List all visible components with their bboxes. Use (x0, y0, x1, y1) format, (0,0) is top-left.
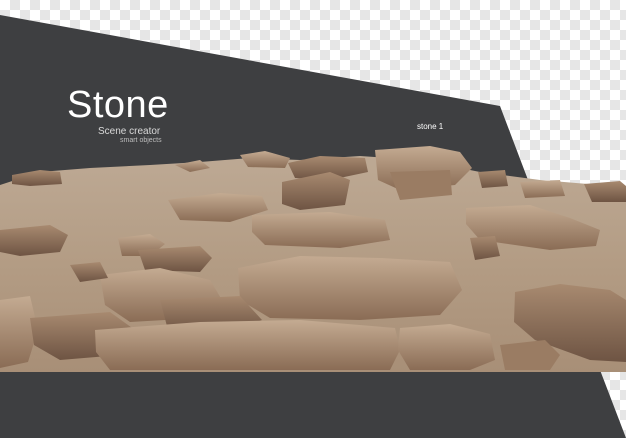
preview-canvas: Stone Scene creator smart objects stone … (0, 0, 626, 438)
object-label: stone 1 (417, 122, 444, 131)
page-title: Stone (67, 84, 169, 126)
stone-ground (0, 146, 626, 372)
caption: smart objects (120, 137, 162, 144)
scene-graphic (0, 15, 626, 438)
subtitle: Scene creator (98, 126, 161, 137)
